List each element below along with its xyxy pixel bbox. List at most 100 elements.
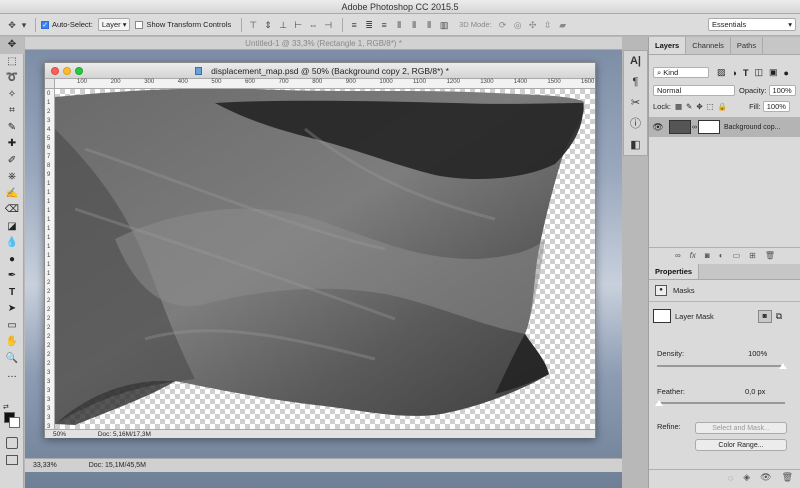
distribute-hcenter-icon[interactable]: ⦀ xyxy=(408,19,420,31)
paint-bucket-tool-icon[interactable]: ◪ xyxy=(0,219,24,236)
opacity-input[interactable]: 100% xyxy=(768,85,796,96)
color-range-button[interactable]: Color Range... xyxy=(695,439,787,451)
more-tools-icon[interactable]: … xyxy=(0,367,24,384)
feather-slider-handle[interactable] xyxy=(655,400,663,406)
background-color-swatch[interactable] xyxy=(9,417,20,428)
tab-layers[interactable]: Layers xyxy=(649,37,687,54)
new-adjustment-icon[interactable]: ◐ xyxy=(719,251,724,260)
layer-thumbnail[interactable] xyxy=(669,120,691,134)
background-zoom-level[interactable]: 33,33% xyxy=(33,462,57,469)
show-transform-checkbox[interactable]: Show Transform Controls xyxy=(135,20,231,29)
crop-tool-icon[interactable]: ⌗ xyxy=(0,103,24,120)
vertical-ruler[interactable]: 01234567891111111111122222222223333333 xyxy=(45,89,55,430)
vector-mask-button[interactable]: ⧉ xyxy=(776,311,782,322)
move-tool-icon[interactable]: ✥ xyxy=(6,19,18,31)
auto-align-icon[interactable]: ▥ xyxy=(438,19,450,31)
distribute-top-icon[interactable]: ≡ xyxy=(348,19,360,31)
distribute-right-icon[interactable]: ⦀ xyxy=(423,19,435,31)
toggle-mask-visibility-icon[interactable]: 👁 xyxy=(760,472,771,483)
chain-link-icon[interactable]: ∞ xyxy=(692,124,697,131)
document-zoom-level[interactable]: 50% xyxy=(53,431,66,438)
filter-smart-object-icon[interactable]: ▣ xyxy=(769,67,778,78)
3d-roll-icon[interactable]: ◎ xyxy=(512,19,524,31)
visibility-eye-icon[interactable]: 👁 xyxy=(649,122,667,133)
tab-paths[interactable]: Paths xyxy=(731,37,764,54)
tool-preset-chevron-icon[interactable]: ▾ xyxy=(21,19,27,31)
3d-orbit-icon[interactable]: ⟳ xyxy=(497,19,509,31)
eyedropper-tool-icon[interactable]: ✎ xyxy=(0,120,24,137)
align-bottom-icon[interactable]: ⊥ xyxy=(277,19,289,31)
lasso-tool-icon[interactable]: ➰ xyxy=(0,70,24,87)
link-layers-icon[interactable]: ∞ xyxy=(675,251,681,260)
lock-position-icon[interactable]: ✥ xyxy=(696,102,702,111)
density-value[interactable]: 100% xyxy=(748,349,767,358)
paragraph-panel-icon[interactable]: ¶ xyxy=(624,72,647,93)
pixel-mask-button[interactable]: ◙ xyxy=(757,309,772,323)
fill-input[interactable]: 100% xyxy=(762,101,790,112)
auto-select-checkbox[interactable]: ✓ Auto-Select: xyxy=(41,20,93,29)
filter-adjustment-icon[interactable]: ◑ xyxy=(732,68,737,78)
lock-all-icon[interactable]: 🔒 xyxy=(718,102,727,111)
marquee-tool-icon[interactable]: ⬚ xyxy=(0,54,24,71)
pen-tool-icon[interactable]: ✒ xyxy=(0,268,24,285)
new-layer-icon[interactable]: ⊞ xyxy=(749,251,756,260)
lock-transparent-icon[interactable]: ▦ xyxy=(675,102,682,111)
new-group-icon[interactable]: ▭ xyxy=(733,251,741,260)
maximize-window-button[interactable] xyxy=(75,67,83,75)
character-panel-icon[interactable]: A| xyxy=(624,51,647,72)
distribute-left-icon[interactable]: ⦀ xyxy=(393,19,405,31)
info-panel-icon[interactable]: ⓘ xyxy=(624,114,647,135)
transparent-canvas[interactable] xyxy=(55,89,595,429)
add-mask-icon[interactable]: ◙ xyxy=(705,251,710,260)
layer-name[interactable]: Background cop... xyxy=(724,124,780,131)
screen-mode-icon[interactable] xyxy=(6,455,18,465)
background-document-tab[interactable]: Untitled-1 @ 33,3% (Rectangle 1, RGB/8*)… xyxy=(25,37,622,50)
align-hcenter-icon[interactable]: ⇔ xyxy=(307,19,319,31)
clone-stamp-tool-icon[interactable]: ⎈ xyxy=(0,169,24,186)
blend-mode-dropdown[interactable]: Normal xyxy=(653,85,735,96)
move-tool-icon[interactable]: ✥ xyxy=(0,37,24,54)
align-left-icon[interactable]: ⊢ xyxy=(292,19,304,31)
filter-kind-dropdown[interactable]: ⌕ Kind xyxy=(653,67,709,78)
swap-colors-icon[interactable]: ⇄ xyxy=(3,403,9,411)
distribute-vcenter-icon[interactable]: ≣ xyxy=(363,19,375,31)
type-tool-icon[interactable]: T xyxy=(0,285,24,302)
properties-panel-icon[interactable]: ◧ xyxy=(624,135,647,156)
dodge-tool-icon[interactable]: ● xyxy=(0,252,24,269)
layer-style-icon[interactable]: fx xyxy=(690,251,696,260)
align-vcenter-icon[interactable]: ⇕ xyxy=(262,19,274,31)
filter-shape-icon[interactable]: ◫ xyxy=(754,67,763,78)
horizontal-ruler[interactable]: 100 200 300 400 500 600 700 800 900 1000 1100 1200 1… xyxy=(55,79,595,89)
close-window-button[interactable] xyxy=(51,67,59,75)
eraser-tool-icon[interactable]: ⌫ xyxy=(0,202,24,219)
lock-artboard-icon[interactable]: ⬚ xyxy=(707,102,714,111)
layer-row[interactable]: 👁 ∞ Background cop... xyxy=(649,117,800,137)
quick-mask-icon[interactable] xyxy=(6,437,18,449)
align-right-icon[interactable]: ⊣ xyxy=(322,19,334,31)
path-selection-tool-icon[interactable]: ➤ xyxy=(0,301,24,318)
auto-select-target-dropdown[interactable]: Layer ▾ xyxy=(97,18,131,31)
density-slider[interactable] xyxy=(657,365,785,367)
3d-scale-icon[interactable]: ▰ xyxy=(557,19,569,31)
select-and-mask-button[interactable]: Select and Mask... xyxy=(695,422,787,434)
delete-mask-icon[interactable]: 🗑 xyxy=(782,472,793,483)
minimize-window-button[interactable] xyxy=(63,67,71,75)
feather-slider[interactable] xyxy=(657,402,785,404)
zoom-tool-icon[interactable]: 🔍 xyxy=(0,351,24,368)
workspace-dropdown[interactable]: Essentials ▾ xyxy=(708,18,796,31)
3d-pan-icon[interactable]: ✣ xyxy=(527,19,539,31)
density-slider-handle[interactable] xyxy=(779,363,787,369)
magic-wand-tool-icon[interactable]: ✧ xyxy=(0,87,24,104)
blur-tool-icon[interactable]: 💧 xyxy=(0,235,24,252)
filter-pixel-icon[interactable]: ▨ xyxy=(717,67,726,78)
align-top-icon[interactable]: ⊤ xyxy=(247,19,259,31)
document-title-bar[interactable]: displacement_map.psd @ 50% (Background c… xyxy=(45,63,595,79)
history-brush-tool-icon[interactable]: ✍ xyxy=(0,186,24,203)
filter-type-icon[interactable]: T xyxy=(743,68,749,78)
rectangle-tool-icon[interactable]: ▭ xyxy=(0,318,24,335)
feather-value[interactable]: 0,0 px xyxy=(745,387,765,396)
lock-image-icon[interactable]: ✎ xyxy=(686,102,692,111)
load-selection-icon[interactable]: ◌ xyxy=(728,473,733,483)
healing-brush-tool-icon[interactable]: ✚ xyxy=(0,136,24,153)
delete-layer-icon[interactable]: 🗑 xyxy=(765,251,775,260)
